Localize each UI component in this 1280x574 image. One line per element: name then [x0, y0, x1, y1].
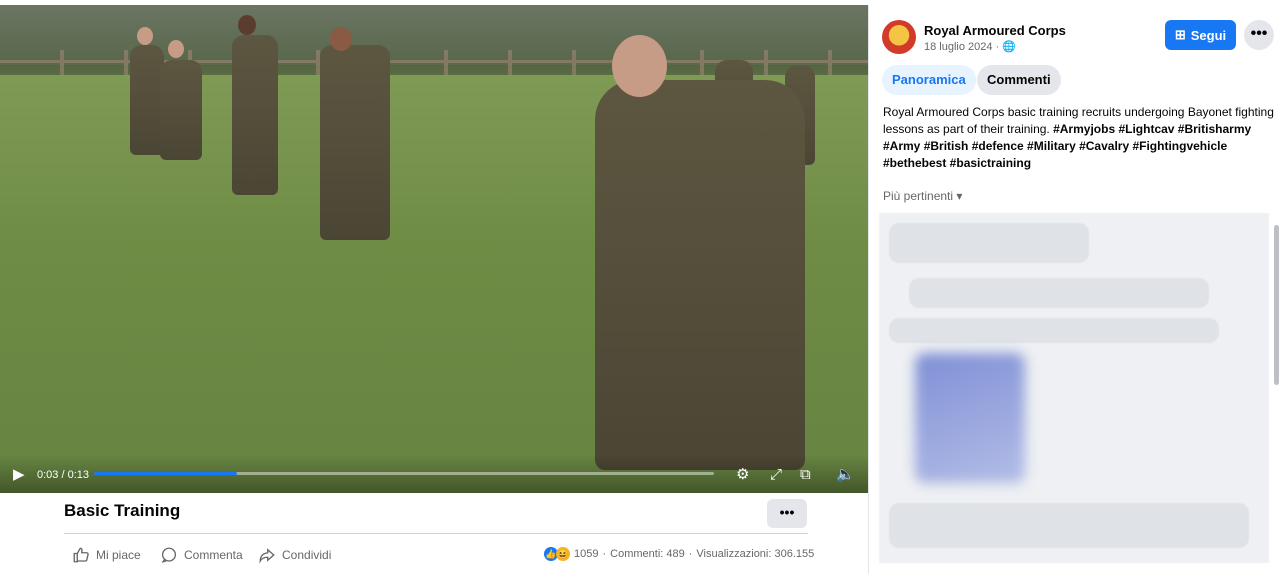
follow-icon: ⊞ [1174, 27, 1186, 42]
tab-comments[interactable]: Commenti [977, 65, 1061, 95]
page-avatar[interactable] [882, 20, 916, 54]
play-icon[interactable]: ▶ [13, 467, 25, 483]
stats-separator: · [602, 548, 607, 560]
comment-count[interactable]: Commenti: 489 [610, 548, 685, 560]
video-controls: ▶ 0:03 / 0:13 ⚙ ⤢ ⧉ 🔈 [0, 455, 868, 493]
blurred-photo [915, 353, 1025, 483]
comment-icon [161, 547, 177, 563]
follow-button[interactable]: ⊞ Segui [1165, 20, 1236, 50]
divider [64, 533, 808, 534]
post-more-button[interactable]: ••• [767, 499, 807, 528]
post-date[interactable]: 18 luglio 2024 · 🌐 [924, 40, 1016, 53]
share-icon [259, 548, 275, 564]
soldier-figure [160, 60, 202, 160]
soldier-figure [320, 45, 390, 240]
sidebar-scrollbar[interactable] [1274, 225, 1279, 385]
soldier-figure [595, 80, 805, 470]
comment-label: Commenta [184, 548, 243, 562]
soldier-head [330, 27, 352, 51]
page-name[interactable]: Royal Armoured Corps [924, 23, 1066, 38]
video-player[interactable]: ▶ 0:03 / 0:13 ⚙ ⤢ ⧉ 🔈 [0, 5, 868, 493]
soldier-head [238, 15, 256, 35]
soldier-head [612, 35, 667, 97]
reaction-count[interactable]: 1059 [574, 548, 598, 560]
like-label: Mi piace [96, 548, 141, 562]
video-time: 0:03 / 0:13 [37, 469, 89, 481]
share-button[interactable]: Condividi [258, 546, 331, 564]
blurred-comment [889, 503, 1249, 548]
blurred-comment [889, 318, 1219, 343]
stats-separator: · [688, 548, 693, 560]
view-count: Visualizzazioni: 306.155 [696, 548, 815, 560]
post-stats: 👍 😆 1059 · Commenti: 489 · Visualizzazio… [544, 547, 814, 561]
thumbs-up-icon [73, 547, 89, 563]
soldier-figure [232, 35, 278, 195]
comment-button[interactable]: Commenta [160, 546, 243, 564]
soldier-head [137, 27, 153, 45]
picture-in-picture-icon[interactable]: ⧉ [800, 467, 811, 483]
gear-icon[interactable]: ⚙ [736, 467, 749, 483]
like-button[interactable]: Mi piace [72, 546, 141, 564]
tab-overview[interactable]: Panoramica [882, 65, 976, 95]
soldier-figure [130, 45, 164, 155]
share-label: Condividi [282, 548, 332, 562]
caret-down-icon: ▾ [956, 189, 963, 203]
video-progress-bar[interactable] [94, 472, 714, 475]
blurred-comment [889, 223, 1089, 263]
post-date-text: 18 luglio 2024 · [924, 41, 1000, 53]
soldier-head [168, 40, 184, 58]
comment-sort-dropdown[interactable]: Più pertinenti ▾ [883, 189, 962, 203]
follow-label: Segui [1190, 27, 1227, 43]
blurred-comments [879, 213, 1269, 563]
globe-icon: 🌐 [1002, 41, 1016, 53]
sort-label: Più pertinenti [883, 189, 954, 203]
video-progress-fill [94, 472, 237, 475]
video-title: Basic Training [64, 501, 181, 520]
sidebar-more-button[interactable]: ••• [1244, 20, 1274, 50]
haha-reaction-icon: 😆 [556, 547, 570, 561]
fullscreen-icon[interactable]: ⤢ [770, 467, 782, 483]
volume-icon[interactable]: 🔈 [836, 467, 855, 483]
blurred-comment [909, 278, 1209, 308]
post-description: Royal Armoured Corps basic training recr… [883, 104, 1275, 172]
post-sidebar: Royal Armoured Corps 18 luglio 2024 · 🌐 … [868, 5, 1280, 574]
